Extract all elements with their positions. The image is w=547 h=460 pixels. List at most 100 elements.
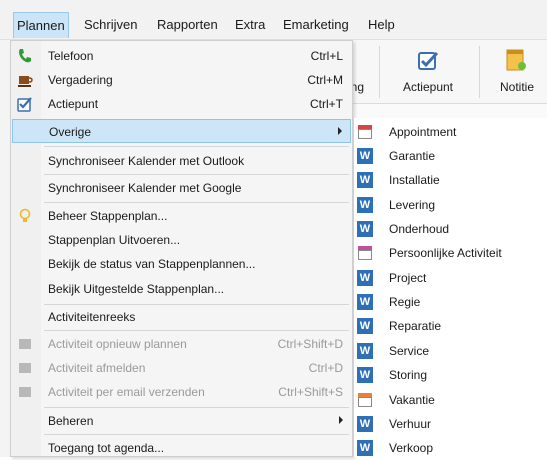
lightbulb-icon <box>19 208 31 222</box>
submenu-item-label: Levering <box>389 198 436 212</box>
menubar: Plannen Schrijven Rapporten Extra Emarke… <box>0 0 547 40</box>
submenu-item-label: Verkoop <box>389 441 434 455</box>
menu-item-stappenplan-uitvoeren[interactable]: Stappenplan Uitvoeren... <box>12 228 351 252</box>
activity-icon <box>19 339 31 349</box>
word-document-icon: W <box>357 172 373 188</box>
submenu-item-reparatie[interactable]: W Reparatie <box>354 314 547 338</box>
menu-item-label: Synchroniseer Kalender met Outlook <box>48 154 245 168</box>
word-document-icon: W <box>357 416 373 432</box>
menu-item-label: Bekijk de status van Stappenplannen... <box>48 257 256 271</box>
calendar-icon <box>357 245 373 261</box>
submenu-item-levering[interactable]: W Levering <box>354 193 547 217</box>
word-document-icon: W <box>357 318 373 334</box>
toolbar-notitie-button[interactable]: Notitie <box>488 40 546 104</box>
word-document-icon: W <box>357 221 373 237</box>
toolbar-notitie-label: Notitie <box>499 80 534 94</box>
menu-item-email-verzenden: Activiteit per email verzenden Ctrl+Shif… <box>12 380 351 404</box>
menu-item-label: Actiepunt <box>48 97 99 111</box>
word-document-icon: W <box>357 294 373 310</box>
submenu-item-service[interactable]: W Service <box>354 339 547 363</box>
submenu-arrow-icon <box>339 416 343 424</box>
menu-item-uitgestelde-stappenplan[interactable]: Bekijk Uitgestelde Stappenplan... <box>12 277 351 301</box>
submenu-item-persoonlijke-activiteit[interactable]: Persoonlijke Activiteit <box>354 241 547 265</box>
menu-item-label: Activiteit per email verzenden <box>48 385 205 399</box>
menu-item-label: Activiteit afmelden <box>48 361 146 375</box>
menu-item-afmelden: Activiteit afmelden Ctrl+D <box>12 356 351 380</box>
menu-schrijven[interactable]: Schrijven <box>81 12 140 38</box>
activity-icon <box>19 387 31 397</box>
activity-icon <box>19 363 31 373</box>
word-document-icon: W <box>357 270 373 286</box>
menu-item-label: Telefoon <box>48 49 94 63</box>
menu-item-label: Overige <box>49 125 92 139</box>
menu-item-beheer-stappenplan[interactable]: Beheer Stappenplan... <box>12 204 351 228</box>
menu-separator <box>44 174 349 175</box>
menu-item-label: Bekijk Uitgestelde Stappenplan... <box>48 282 225 296</box>
submenu-item-label: Project <box>389 271 427 285</box>
menu-item-overige[interactable]: Overige <box>12 119 351 143</box>
submenu-arrow-icon <box>338 127 342 135</box>
submenu-item-verkoop[interactable]: W Verkoop <box>354 436 547 460</box>
coffee-icon <box>18 76 33 87</box>
menu-item-actiepunt[interactable]: Actiepunt Ctrl+T <box>12 92 351 116</box>
menu-item-vergadering[interactable]: Vergadering Ctrl+M <box>12 68 351 92</box>
calendar-icon <box>357 124 373 140</box>
menu-plannen[interactable]: Plannen <box>13 12 69 38</box>
menu-item-shortcut: Ctrl+D <box>308 361 343 375</box>
submenu-item-label: Garantie <box>389 149 436 163</box>
menu-item-label: Activiteit opnieuw plannen <box>48 337 187 351</box>
submenu-item-appointment[interactable]: Appointment <box>354 120 547 144</box>
menu-item-shortcut: Ctrl+M <box>307 73 343 87</box>
menu-item-activiteitenreeks[interactable]: Activiteitenreeks <box>12 305 351 329</box>
menu-help[interactable]: Help <box>365 12 398 38</box>
menu-separator <box>44 330 349 331</box>
menu-item-shortcut: Ctrl+T <box>310 97 343 111</box>
menu-item-label: Beheer Stappenplan... <box>48 209 168 223</box>
checkbox-icon <box>17 97 32 112</box>
menu-item-label: Vergadering <box>48 73 113 87</box>
menu-item-shortcut: Ctrl+Shift+S <box>278 385 343 399</box>
menu-rapporten[interactable]: Rapporten <box>154 12 221 38</box>
menu-item-beheren[interactable]: Beheren <box>12 409 351 433</box>
phone-icon <box>19 49 31 63</box>
submenu-item-label: Onderhoud <box>389 222 450 236</box>
toolbar-actiepunt-button[interactable]: Actiepunt <box>388 40 468 104</box>
menu-item-status-stappenplannen[interactable]: Bekijk de status van Stappenplannen... <box>12 252 351 276</box>
calendar-icon <box>357 392 373 408</box>
menu-item-opnieuw-plannen: Activiteit opnieuw plannen Ctrl+Shift+D <box>12 332 351 356</box>
checkbox-icon <box>418 51 439 70</box>
menu-item-label: Beheren <box>48 414 94 428</box>
menu-separator <box>44 146 349 147</box>
menu-extra[interactable]: Extra <box>232 12 268 38</box>
menu-emarketing[interactable]: Emarketing <box>280 12 352 38</box>
submenu-item-installatie[interactable]: W Installatie <box>354 168 547 192</box>
toolbar-separator <box>479 46 480 98</box>
note-icon <box>506 49 526 71</box>
menu-item-toegang-agenda[interactable]: Toegang tot agenda... <box>12 436 351 460</box>
menu-separator <box>44 434 349 435</box>
submenu-item-onderhoud[interactable]: W Onderhoud <box>354 217 547 241</box>
menu-item-sync-google[interactable]: Synchroniseer Kalender met Google <box>12 176 351 200</box>
submenu-item-label: Storing <box>389 368 428 382</box>
submenu-item-label: Reparatie <box>389 319 442 333</box>
menu-item-telefoon[interactable]: Telefoon Ctrl+L <box>12 44 351 68</box>
menu-item-shortcut: Ctrl+Shift+D <box>277 337 343 351</box>
submenu-item-storing[interactable]: W Storing <box>354 363 547 387</box>
submenu-item-label: Persoonlijke Activiteit <box>389 246 502 260</box>
word-document-icon: W <box>357 367 373 383</box>
submenu-item-label: Vakantie <box>389 393 435 407</box>
plannen-dropdown-menu: Telefoon Ctrl+L Vergadering Ctrl+M Actie… <box>10 40 353 457</box>
menu-item-label: Stappenplan Uitvoeren... <box>48 233 181 247</box>
submenu-item-vakantie[interactable]: Vakantie <box>354 388 547 412</box>
menu-item-label: Toegang tot agenda... <box>48 441 165 455</box>
toolbar-actiepunt-label: Actiepunt <box>402 80 454 94</box>
submenu-item-verhuur[interactable]: W Verhuur <box>354 412 547 436</box>
word-document-icon: W <box>357 148 373 164</box>
word-document-icon: W <box>357 440 373 456</box>
menu-item-label: Synchroniseer Kalender met Google <box>48 181 242 195</box>
submenu-item-regie[interactable]: W Regie <box>354 290 547 314</box>
menu-separator <box>44 407 349 408</box>
submenu-item-garantie[interactable]: W Garantie <box>354 144 547 168</box>
menu-item-sync-outlook[interactable]: Synchroniseer Kalender met Outlook <box>12 149 351 173</box>
submenu-item-project[interactable]: W Project <box>354 266 547 290</box>
